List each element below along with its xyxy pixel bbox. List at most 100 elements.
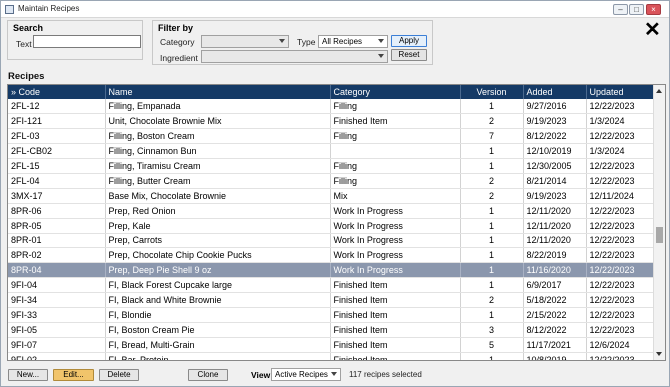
cell-version: 3 <box>460 322 524 338</box>
table-row[interactable]: 9FI-34 FI, Black and White Brownie Finishe… <box>8 292 654 308</box>
table-row[interactable]: 9FI-33 FI, Blondie Finished Item 1 2/15/2022… <box>8 307 654 323</box>
cell-code: 3MX-17 <box>8 188 106 204</box>
cell-updated: 12/11/2024 <box>586 188 654 204</box>
cell-version: 2 <box>460 188 524 204</box>
table-row[interactable]: 9FI-04 FI, Black Forest Cupcake large Fini… <box>8 277 654 294</box>
column-header-category[interactable]: Category <box>330 85 461 99</box>
cell-updated: 12/22/2023 <box>586 203 654 219</box>
ingredient-select[interactable] <box>201 50 388 63</box>
cell-name: FI, Blondie <box>105 307 331 323</box>
search-title: Search <box>13 23 44 33</box>
cell-version: 1 <box>460 247 524 264</box>
table-row[interactable]: 2FI-121 Unit, Chocolate Brownie Mix Finish… <box>8 113 654 130</box>
cell-name: Filling, Cinnamon Bun <box>105 143 331 160</box>
type-value: All Recipes <box>322 37 363 46</box>
table-row[interactable]: 3MX-17 Base Mix, Chocolate Brownie Mix 2 9/1… <box>8 188 654 204</box>
cell-version: 1 <box>460 99 524 115</box>
cell-version: 1 <box>460 158 524 174</box>
column-header-code[interactable]: » Code <box>8 85 106 99</box>
table-row[interactable]: 9FI-02 FI, Bar, Protein Finished Item 1 10/8… <box>8 352 654 360</box>
chevron-down-icon <box>378 54 384 58</box>
window-title: Maintain Recipes <box>18 4 80 13</box>
clone-button[interactable]: Clone <box>188 369 228 381</box>
cell-code: 9FI-05 <box>8 322 106 338</box>
column-header-added[interactable]: Added <box>523 85 587 99</box>
category-select[interactable] <box>201 35 289 48</box>
cell-added: 10/8/2019 <box>523 352 587 360</box>
scroll-up-icon[interactable] <box>656 89 662 93</box>
cell-added: 8/12/2022 <box>523 322 587 338</box>
title-bar[interactable]: Maintain Recipes – □ × <box>1 1 669 18</box>
table-row[interactable]: 8PR-06 Prep, Red Onion Work In Progress 1 12… <box>8 203 654 219</box>
table-row[interactable]: 8PR-05 Prep, Kale Work In Progress 1 12/11/2… <box>8 218 654 234</box>
apply-button[interactable]: Apply <box>391 35 427 47</box>
table-row[interactable]: 8PR-04 Prep, Deep Pie Shell 9 oz Work In P… <box>8 262 654 279</box>
cell-category: Work In Progress <box>330 247 461 264</box>
column-header-version[interactable]: Version <box>460 85 524 99</box>
new-button[interactable]: New... <box>8 369 48 381</box>
table-row[interactable]: 2FL-CB02 Filling, Cinnamon Bun 1 12/10/2019… <box>8 143 654 160</box>
cell-version: 1 <box>460 218 524 234</box>
type-select[interactable]: All Recipes <box>318 35 388 48</box>
cell-version: 1 <box>460 352 524 360</box>
cell-name: FI, Black Forest Cupcake large <box>105 277 331 294</box>
cell-updated: 12/22/2023 <box>586 247 654 264</box>
cell-added: 5/18/2022 <box>523 292 587 308</box>
table-row[interactable]: 8PR-01 Prep, Carrots Work In Progress 1 12/1… <box>8 233 654 249</box>
cell-name: Prep, Chocolate Chip Cookie Pucks <box>105 247 331 264</box>
cell-added: 9/27/2016 <box>523 99 587 115</box>
cell-updated: 12/22/2023 <box>586 233 654 249</box>
cell-version: 1 <box>460 233 524 249</box>
cell-name: Unit, Chocolate Brownie Mix <box>105 113 331 130</box>
cell-version: 5 <box>460 337 524 353</box>
cell-updated: 12/22/2023 <box>586 99 654 115</box>
type-label: Type <box>297 37 316 47</box>
cell-added: 12/11/2020 <box>523 218 587 234</box>
recipes-title: Recipes <box>8 71 45 82</box>
table-row[interactable]: 2FL-03 Filling, Boston Cream Filling 7 8/12/… <box>8 128 654 145</box>
cell-version: 1 <box>460 203 524 219</box>
cell-code: 2FL-CB02 <box>8 143 106 160</box>
table-row[interactable]: 2FL-12 Filling, Empanada Filling 1 9/27/2016… <box>8 99 654 115</box>
view-value: Active Recipes <box>275 370 328 379</box>
scrollbar-thumb[interactable] <box>656 227 663 243</box>
cell-updated: 12/22/2023 <box>586 128 654 145</box>
search-text-input[interactable] <box>33 35 141 48</box>
filter-title: Filter by <box>158 23 194 33</box>
scroll-down-icon[interactable] <box>656 352 662 356</box>
reset-button[interactable]: Reset <box>391 49 427 61</box>
table-row[interactable]: 9FI-07 FI, Bread, Multi-Grain Finished Ite… <box>8 337 654 353</box>
cell-updated: 12/22/2023 <box>586 262 654 279</box>
window-close-icon[interactable]: × <box>646 4 661 15</box>
recipes-table-body: 2FL-12 Filling, Empanada Filling 1 9/27/2016… <box>8 99 654 360</box>
cell-updated: 12/22/2023 <box>586 173 654 189</box>
cell-name: Filling, Empanada <box>105 99 331 115</box>
close-icon[interactable]: ✕ <box>644 20 661 40</box>
maximize-icon[interactable]: □ <box>629 4 644 15</box>
cell-added: 11/16/2020 <box>523 262 587 279</box>
column-header-updated[interactable]: Updated <box>586 85 654 99</box>
cell-category: Mix <box>330 188 461 204</box>
cell-version: 1 <box>460 277 524 294</box>
table-row[interactable]: 9FI-05 FI, Boston Cream Pie Finished Item 3… <box>8 322 654 338</box>
table-row[interactable]: 2FL-15 Filling, Tiramisu Cream Filling 1 12/… <box>8 158 654 174</box>
table-row[interactable]: 8PR-02 Prep, Chocolate Chip Cookie Pucks W… <box>8 247 654 264</box>
cell-name: FI, Black and White Brownie <box>105 292 331 308</box>
cell-category: Finished Item <box>330 292 461 308</box>
cell-added: 12/11/2020 <box>523 233 587 249</box>
cell-category: Work In Progress <box>330 203 461 219</box>
minimize-icon[interactable]: – <box>613 4 628 15</box>
table-row[interactable]: 2FL-04 Filling, Butter Cream Filling 2 8/21/… <box>8 173 654 189</box>
delete-button[interactable]: Delete <box>99 369 139 381</box>
cell-updated: 12/22/2023 <box>586 218 654 234</box>
view-select[interactable]: Active Recipes <box>271 368 341 381</box>
cell-version: 2 <box>460 113 524 130</box>
edit-button[interactable]: Edit... <box>53 369 94 381</box>
recipes-table: » Code Name Category Version Added Updat… <box>8 85 654 360</box>
chevron-down-icon <box>331 372 337 376</box>
cell-updated: 12/22/2023 <box>586 292 654 308</box>
column-header-name[interactable]: Name <box>105 85 331 99</box>
ingredient-label: Ingredient <box>160 53 198 63</box>
cell-version: 2 <box>460 173 524 189</box>
vertical-scrollbar[interactable] <box>653 85 665 360</box>
